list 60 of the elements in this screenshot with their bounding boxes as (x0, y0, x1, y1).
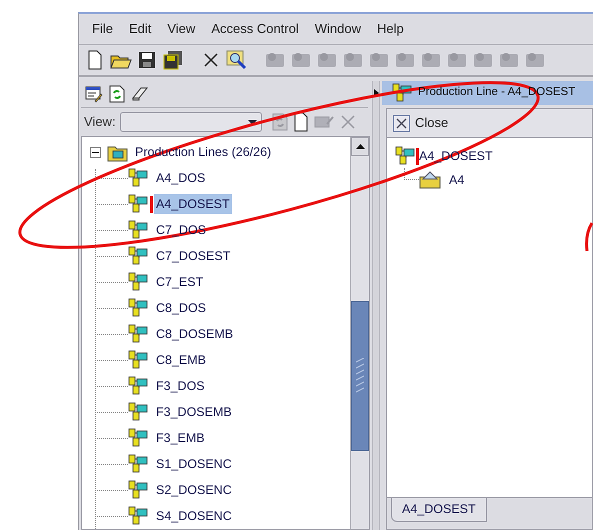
new-document-icon[interactable] (292, 112, 309, 132)
tree-item[interactable]: S2_DOSENC (154, 480, 234, 500)
network-icon (392, 83, 412, 103)
edit-list-icon[interactable] (85, 85, 103, 103)
network-icon (128, 454, 148, 474)
tree-item[interactable]: C8_DOSEMB (154, 324, 236, 344)
menu-item[interactable]: Window (308, 19, 368, 39)
grip-icon (356, 358, 364, 394)
scrollbar[interactable] (350, 137, 369, 529)
network-icon (128, 168, 148, 188)
network-icon (395, 146, 415, 166)
tree-item[interactable]: C7_EST (154, 272, 206, 292)
refresh-icon[interactable] (109, 85, 125, 103)
tree-item[interactable]: A4_DOSEST (154, 194, 232, 214)
new-document-icon[interactable] (87, 50, 103, 70)
tree-item[interactable]: F3_EMB (154, 428, 207, 448)
close-icon (393, 114, 410, 132)
tree-item[interactable]: S4_DOSENC (154, 506, 234, 526)
tree-item[interactable]: C7_DOSEST (154, 246, 232, 266)
annotation-arc (583, 222, 593, 252)
tree-item[interactable]: C8_DOS (154, 298, 208, 318)
tree-item[interactable]: F3_DOS (154, 376, 207, 396)
network-icon (128, 298, 148, 318)
view-dropdown[interactable] (120, 112, 262, 132)
network-icon (128, 272, 148, 292)
network-icon (128, 428, 148, 448)
view-label: View: (84, 113, 116, 132)
floppy-disks-icon[interactable] (163, 50, 183, 70)
network-icon (128, 220, 148, 240)
tree-item[interactable]: S1_DOSENC (154, 454, 234, 474)
network-icon (128, 246, 148, 266)
scroll-up-button[interactable] (351, 137, 369, 156)
network-icon (128, 376, 148, 396)
up-arrow-icon (356, 144, 364, 149)
network-icon (128, 506, 148, 526)
menu-item[interactable]: View (160, 19, 202, 39)
network-icon (128, 324, 148, 344)
network-icon (128, 480, 148, 500)
network-icon (128, 350, 148, 370)
tree-item[interactable]: F3_DOSEMB (154, 402, 234, 422)
collapse-toggle-icon[interactable] (90, 146, 101, 158)
folder-icon (419, 171, 441, 189)
network-icon (128, 402, 148, 422)
tree-item[interactable]: A4 (449, 170, 464, 190)
tree-item[interactable]: C8_EMB (154, 350, 208, 370)
delete-icon[interactable] (202, 51, 220, 69)
search-icon[interactable] (226, 49, 248, 71)
dropdown-arrow-icon (248, 120, 257, 124)
menu-item[interactable]: Help (370, 19, 411, 39)
annotation-mark (416, 148, 419, 164)
annotation-mark (150, 196, 153, 212)
network-icon (128, 194, 148, 214)
menu-item[interactable]: Edit (122, 19, 158, 39)
scroll-thumb[interactable] (351, 301, 369, 451)
tree-item[interactable]: C7_DOS (154, 220, 208, 240)
eraser-icon[interactable] (131, 86, 149, 102)
tree-item[interactable]: A4_DOS (154, 168, 208, 188)
menu-item[interactable]: Access Control (204, 19, 306, 39)
menu-item[interactable]: File (85, 19, 120, 39)
tab[interactable]: A4_DOSEST (391, 498, 487, 522)
